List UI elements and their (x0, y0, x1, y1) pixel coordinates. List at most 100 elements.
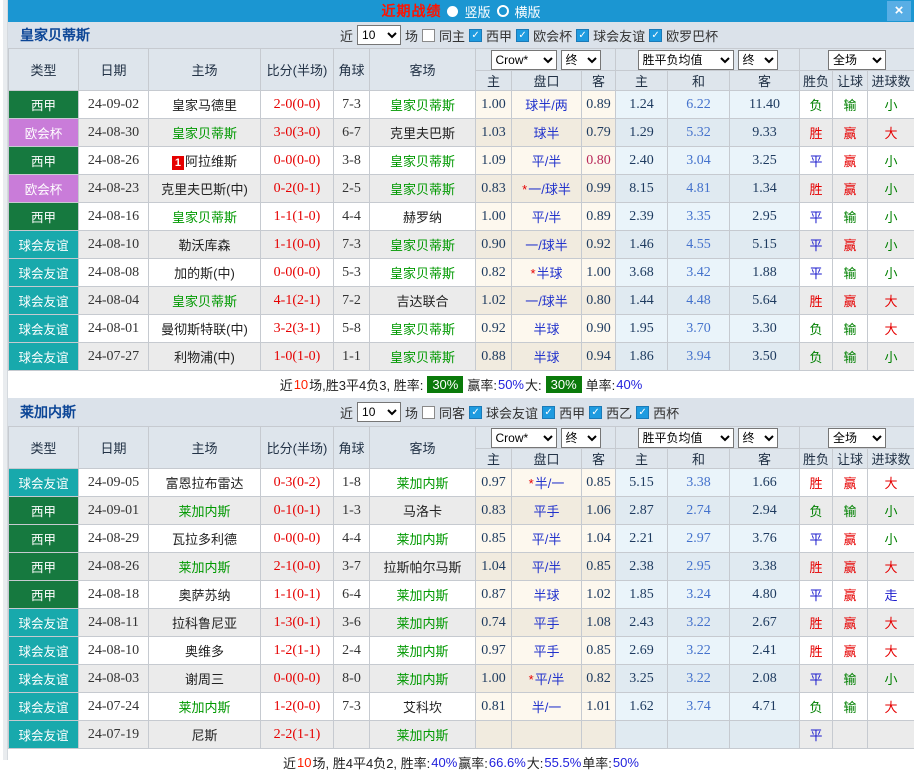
sub-header: 和 (668, 71, 730, 91)
league-label: 欧罗巴杯 (666, 26, 718, 45)
mean-home-cell: 1.95 (616, 315, 668, 343)
home-team-cell: 莱加内斯 (149, 497, 261, 525)
league-checkbox[interactable]: ✓ (636, 406, 649, 419)
home-team-cell: 皇家贝蒂斯 (149, 203, 261, 231)
match-row: 西甲24-08-18奥萨苏纳1-1(0-1)6-4莱加内斯0.87半球1.021… (9, 581, 914, 609)
sub-header: 让球 (833, 71, 868, 91)
mean-draw-cell: 3.24 (668, 581, 730, 609)
summary-text: 赢率: (458, 753, 488, 772)
league-checkbox[interactable]: ✓ (516, 29, 529, 42)
handicap-cell: 半球 (512, 343, 582, 371)
vertical-layout-label: 竖版 (464, 2, 490, 21)
odds-home-cell: 1.00 (476, 91, 512, 119)
league-checkbox[interactable]: ✓ (469, 406, 482, 419)
filter-bar: 近10场同主✓西甲✓欧会杯✓球会友谊✓欧罗巴杯 (340, 25, 718, 45)
result-cell: 平 (800, 231, 833, 259)
mean-draw-cell: 2.95 (668, 553, 730, 581)
handicap-cell: *一/球半 (512, 175, 582, 203)
corner-cell: 1-8 (334, 469, 370, 497)
match-row: 西甲24-08-261阿拉维斯0-0(0-0)3-8皇家贝蒂斯1.09平/半0.… (9, 147, 914, 175)
league-checkbox[interactable]: ✓ (576, 29, 589, 42)
odds-home-cell: 0.74 (476, 609, 512, 637)
score-cell: 0-0(0-0) (261, 259, 334, 287)
same-venue-checkbox[interactable] (422, 406, 435, 419)
odds-home-cell: 0.90 (476, 231, 512, 259)
date-cell: 24-08-10 (79, 637, 149, 665)
summary-text: 场, 胜4平4负2, 胜率: (313, 753, 431, 772)
wld-final-select[interactable]: 终 (738, 428, 778, 448)
odds-away-cell: 0.92 (582, 231, 616, 259)
league-checkbox[interactable]: ✓ (542, 406, 555, 419)
corner-cell: 5-8 (334, 315, 370, 343)
result-cell: 胜 (800, 637, 833, 665)
summary-text: 10 (294, 377, 308, 392)
goals-cell: 大 (868, 609, 914, 637)
wld-mean-select[interactable]: 胜平负均值 (638, 428, 734, 448)
odds-source-select[interactable]: Crow* (491, 428, 557, 448)
odds-final-select[interactable]: 终 (561, 50, 601, 70)
near-label: 近 (340, 403, 353, 422)
match-row: 球会友谊24-09-05富恩拉布雷达0-3(0-2)1-8莱加内斯0.97*半/… (9, 469, 914, 497)
col-header-home: 主场 (149, 49, 261, 91)
mean-home-cell: 2.39 (616, 203, 668, 231)
summary-text: 大: (527, 753, 544, 772)
scope-select[interactable]: 全场 (828, 50, 886, 70)
league-checkbox[interactable]: ✓ (649, 29, 662, 42)
handicap-result-cell: 输 (833, 91, 868, 119)
home-team-cell: 尼斯 (149, 721, 261, 749)
type-cell: 西甲 (9, 553, 79, 581)
team-section-header: 皇家贝蒂斯近10场同主✓西甲✓欧会杯✓球会友谊✓欧罗巴杯 (8, 22, 914, 48)
summary-text: 单率: (582, 753, 612, 772)
summary-text: 55.5% (544, 755, 581, 770)
score-cell: 1-1(0-1) (261, 581, 334, 609)
odds-source-select[interactable]: Crow* (491, 50, 557, 70)
home-team-cell: 富恩拉布雷达 (149, 469, 261, 497)
type-cell: 球会友谊 (9, 637, 79, 665)
summary-text: 40% (431, 755, 457, 770)
mean-home-cell: 3.68 (616, 259, 668, 287)
goals-cell: 小 (868, 259, 914, 287)
home-team-cell: 瓦拉多利德 (149, 525, 261, 553)
date-cell: 24-09-02 (79, 91, 149, 119)
corner-cell: 3-7 (334, 553, 370, 581)
same-venue-checkbox[interactable] (422, 29, 435, 42)
odds-away-cell: 0.90 (582, 315, 616, 343)
handicap-result-cell: 输 (833, 259, 868, 287)
league-checkbox[interactable]: ✓ (469, 29, 482, 42)
scope-select[interactable]: 全场 (828, 428, 886, 448)
handicap-cell (512, 721, 582, 749)
home-team-cell: 皇家贝蒂斯 (149, 287, 261, 315)
type-cell: 球会友谊 (9, 315, 79, 343)
match-count-select[interactable]: 10 (357, 402, 401, 422)
corner-cell: 7-3 (334, 231, 370, 259)
vertical-layout-radio[interactable] (447, 6, 458, 17)
sub-header: 盘口 (512, 71, 582, 91)
wld-final-select[interactable]: 终 (738, 50, 778, 70)
wld-mean-select[interactable]: 胜平负均值 (638, 50, 734, 70)
league-checkbox[interactable]: ✓ (589, 406, 602, 419)
date-cell: 24-08-01 (79, 315, 149, 343)
league-label: 西乙 (606, 403, 632, 422)
mean-away-cell: 3.25 (730, 147, 800, 175)
horizontal-layout-radio[interactable] (497, 5, 509, 17)
away-team-cell: 皇家贝蒂斯 (370, 91, 476, 119)
result-cell: 胜 (800, 609, 833, 637)
close-button[interactable]: × (887, 1, 911, 21)
home-team-cell: 皇家马德里 (149, 91, 261, 119)
mean-draw-cell: 3.22 (668, 665, 730, 693)
goals-cell: 走 (868, 581, 914, 609)
same-venue-label: 同客 (439, 403, 465, 422)
type-cell: 球会友谊 (9, 693, 79, 721)
type-cell: 球会友谊 (9, 665, 79, 693)
star-mark: * (522, 182, 527, 197)
type-cell: 球会友谊 (9, 231, 79, 259)
match-row: 球会友谊24-08-04皇家贝蒂斯4-1(2-1)7-2吉达联合1.02一/球半… (9, 287, 914, 315)
odds-away-cell: 0.89 (582, 91, 616, 119)
result-cell: 平 (800, 203, 833, 231)
type-cell: 球会友谊 (9, 469, 79, 497)
odds-final-select[interactable]: 终 (561, 428, 601, 448)
date-cell: 24-09-05 (79, 469, 149, 497)
star-mark: * (529, 476, 534, 491)
match-count-select[interactable]: 10 (357, 25, 401, 45)
mean-draw-cell: 3.42 (668, 259, 730, 287)
